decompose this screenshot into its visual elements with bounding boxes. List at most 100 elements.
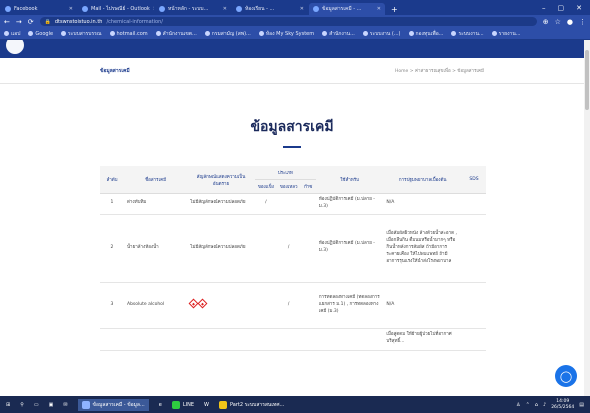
bookmark-item[interactable]: แอป xyxy=(4,30,20,38)
address-bar[interactable]: 🔒 dtswnstoistuo.in.th/chemical-informati… xyxy=(39,17,537,26)
bookmark-item[interactable]: hotmail.com xyxy=(109,31,148,37)
taskbar-app-label: ข้อมูลสารเคมี - ข้อมูล... xyxy=(92,401,145,408)
close-tab-icon[interactable]: ✕ xyxy=(377,6,381,12)
browser-toolbar: ← → ⟳ 🔒 dtswnstoistuo.in.th/chemical-inf… xyxy=(0,15,590,28)
volume-icon[interactable]: ♪ xyxy=(543,402,546,408)
mail-icon[interactable]: ✉ xyxy=(63,402,67,408)
close-tab-icon[interactable]: ✕ xyxy=(223,6,227,12)
bookmark-label: กรมสามัญ (สพ)... xyxy=(211,30,251,37)
bookmark-label: กองทุนเพื่อ... xyxy=(415,30,444,37)
bookmark-item[interactable]: รายงาน... xyxy=(491,30,521,38)
bookmark-item[interactable]: กรมสามัญ (สพ)... xyxy=(204,30,251,38)
cell-sds[interactable] xyxy=(461,328,486,351)
cell-firstaid: N/A xyxy=(383,282,462,329)
system-clock[interactable]: 14:09 26/5/2564 xyxy=(551,399,574,410)
browser-tab[interactable]: Facebook ✕ xyxy=(1,3,77,15)
bookmark-label: รายงาน... xyxy=(498,30,521,37)
user-icon[interactable]: ♙ xyxy=(516,402,520,408)
window-controls: – ▢ ✕ xyxy=(542,0,590,15)
cell-gas xyxy=(300,282,316,329)
url-path: /chemical-information/ xyxy=(106,18,163,25)
close-tab-icon[interactable]: ✕ xyxy=(300,6,304,12)
close-tab-icon[interactable]: ✕ xyxy=(69,6,73,12)
tab-label: Facebook xyxy=(14,6,38,12)
table-row: 3 Absolute alcohol / การทดลองทางเคมี (ทด… xyxy=(100,282,486,329)
close-window-button[interactable]: ✕ xyxy=(576,4,582,12)
search-icon[interactable]: ⚲ xyxy=(20,402,24,408)
bookmark-item[interactable]: ห้อง My Sky System xyxy=(258,30,314,38)
taskbar-app-line[interactable]: LINE xyxy=(171,400,195,409)
taskbar-app-document[interactable]: Part2 ระบบสารสนเทศ... xyxy=(218,400,285,409)
section-heading: ข้อมูลสารเคมี xyxy=(250,119,334,135)
page-title: ข้อมูลสารเคมี xyxy=(100,67,130,74)
browser-tab[interactable]: หน้าหลัก - ระบบ... ✕ xyxy=(155,3,231,15)
edge-icon[interactable]: e xyxy=(159,402,162,408)
cell-firstaid: เมื่อสัมผัสผิวหนัง ล้างด้วยน้ำสะอาด , เม… xyxy=(383,214,462,283)
profile-icon[interactable]: ● xyxy=(567,18,573,26)
notifications-icon[interactable]: ▤ xyxy=(579,402,584,408)
cell-gas xyxy=(300,214,316,283)
cell-firstaid: เมื่อสูดดม ให้ย้ายผู้ป่วยไปที่อากาศบริสุ… xyxy=(383,328,462,351)
col-header-state: ประเภท xyxy=(254,166,316,180)
bookmark-item[interactable]: ระบบงาน (...) xyxy=(362,30,401,38)
store-icon[interactable]: ▣ xyxy=(49,402,54,408)
word-icon[interactable]: W xyxy=(204,402,209,408)
close-tab-icon[interactable]: ✕ xyxy=(153,6,154,12)
site-icon xyxy=(236,6,242,12)
reload-icon[interactable]: ⟳ xyxy=(28,18,34,26)
site-icon xyxy=(204,31,210,36)
browser-tab-active[interactable]: ข้อมูลสารเคมี - ... ✕ xyxy=(309,3,385,15)
cell-liquid: / xyxy=(276,214,301,283)
site-logo[interactable] xyxy=(4,40,26,56)
cell-sds[interactable] xyxy=(461,193,486,215)
bookmark-label: สำนักงาน... xyxy=(329,30,355,37)
windows-start-icon[interactable]: ⊞ xyxy=(6,402,10,408)
cell-no: 3 xyxy=(100,282,124,329)
site-icon xyxy=(362,31,368,36)
minimize-button[interactable]: – xyxy=(542,4,546,12)
bookmark-item[interactable]: Google xyxy=(28,31,53,37)
network-icon[interactable]: ⌂ xyxy=(535,402,538,408)
taskbar-app-label: Part2 ระบบสารสนเทศ... xyxy=(229,401,285,408)
task-view-icon[interactable]: ▭ xyxy=(34,402,39,408)
taskbar-app-label: LINE xyxy=(182,401,195,408)
cell-use: ห้องปฏิบัติการเคมี (ม.ปลาย - ม.3) xyxy=(315,214,384,283)
cell-sds[interactable] xyxy=(461,282,486,329)
mail-icon xyxy=(82,6,88,12)
maximize-button[interactable]: ▢ xyxy=(558,4,565,12)
bookmark-item[interactable]: สำนักงาน... xyxy=(322,30,355,38)
table-row: เมื่อสูดดม ให้ย้ายผู้ป่วยไปที่อากาศบริสุ… xyxy=(100,328,486,351)
zoom-icon[interactable]: ⊕ xyxy=(543,18,549,26)
windows-taskbar: ⊞ ⚲ ▭ ▣ ✉ ข้อมูลสารเคมี - ข้อมูล... e LI… xyxy=(0,396,590,413)
chevron-up-icon[interactable]: ⌃ xyxy=(526,402,530,408)
new-tab-button[interactable]: + xyxy=(385,3,404,15)
page-scrollbar[interactable] xyxy=(584,40,590,396)
apps-icon xyxy=(4,31,9,36)
bookmark-item[interactable]: ระบบงาน... xyxy=(451,30,484,38)
cell-liquid xyxy=(276,193,301,215)
col-header-no: ลำดับ xyxy=(100,166,124,194)
back-icon[interactable]: ← xyxy=(4,18,10,26)
col-header-gas: ก๊าซ xyxy=(300,179,316,194)
bookmark-item[interactable]: กองทุนเพื่อ... xyxy=(408,30,444,38)
bookmark-item[interactable]: สำนักงานเขต... xyxy=(155,30,197,38)
bookmark-item[interactable]: ระบบสารบรรณ xyxy=(61,30,102,38)
col-header-firstaid: การปฐมพยาบาลเบื้องต้น xyxy=(383,166,462,194)
col-header-use: ใช้สำหรับ xyxy=(315,166,384,194)
cell-no: 1 xyxy=(100,193,124,215)
lock-icon: 🔒 xyxy=(44,18,51,25)
taskbar-app-chrome[interactable]: ข้อมูลสารเคมี - ข้อมูล... xyxy=(77,398,149,411)
cell-use: ห้องปฏิบัติการเคมี (ม.ปลาย - ม.3) xyxy=(315,193,384,215)
forward-icon[interactable]: → xyxy=(16,18,22,26)
scrollbar-thumb[interactable] xyxy=(585,50,589,110)
cell-sds[interactable] xyxy=(461,214,486,283)
menu-icon[interactable]: ⋮ xyxy=(579,18,586,26)
bookmark-label: ระบบงาน... xyxy=(458,30,484,37)
browser-tab[interactable]: Mail - ไปรษณีย์ - Outlook✕ xyxy=(78,3,154,15)
col-header-name: ชื่อสารเคมี xyxy=(123,166,188,194)
star-icon[interactable]: ☆ xyxy=(555,18,561,26)
site-header xyxy=(0,40,584,58)
messenger-chat-button[interactable]: ◯ xyxy=(555,365,577,387)
browser-tab[interactable]: ห้องเรียน - ... ✕ xyxy=(232,3,308,15)
breadcrumb[interactable]: Home > ค่าสาธารณสุขเพื่อ > ข้อมูลสารเคมี xyxy=(395,67,484,74)
